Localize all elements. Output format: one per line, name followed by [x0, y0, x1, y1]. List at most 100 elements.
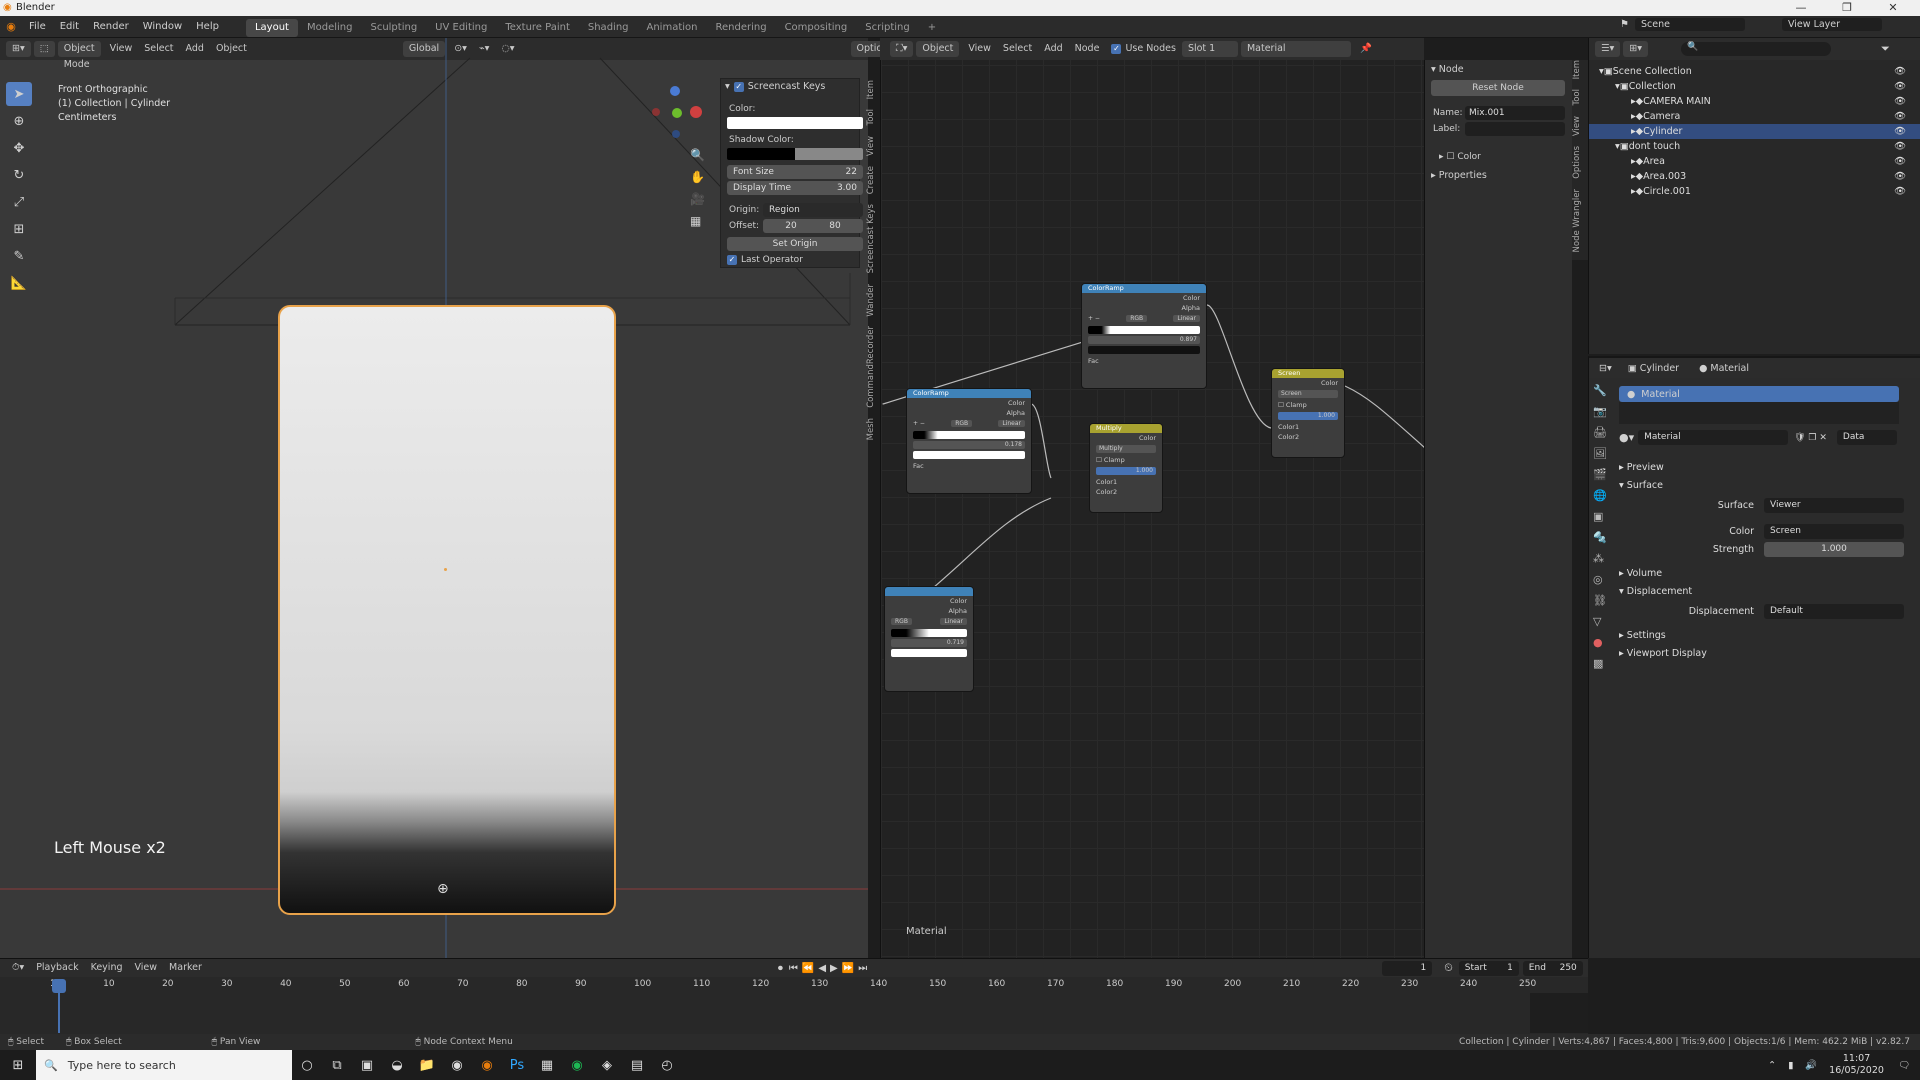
display-mode-icon[interactable]: ⊞▾ — [1623, 41, 1649, 57]
z-axis-icon[interactable] — [670, 86, 680, 96]
output-tab-icon[interactable]: 🖨 — [1593, 426, 1611, 447]
task-view-icon[interactable]: ⧉ — [322, 1050, 352, 1080]
display-time-field[interactable]: Display Time 3.00 — [727, 181, 863, 195]
play-icon[interactable]: ▶ — [830, 963, 838, 974]
displacement-field[interactable]: Default — [1764, 604, 1904, 619]
color-swatch[interactable] — [727, 117, 863, 129]
set-origin-button[interactable]: Set Origin — [727, 237, 863, 251]
screencast-header[interactable]: ▾ ✓ Screencast Keys — [725, 81, 825, 92]
chrome-icon[interactable]: ◉ — [442, 1050, 472, 1080]
npanel-tab-item[interactable]: Item — [866, 80, 876, 99]
surface-section[interactable]: ▾ Surface — [1619, 480, 1663, 491]
outliner-row[interactable]: ▾ ▣ dont touch 👁 — [1589, 139, 1920, 154]
workspace-tab-shading[interactable]: Shading — [579, 19, 638, 37]
node-title[interactable]: ColorRamp — [1082, 284, 1206, 293]
workspace-tab-texture-paint[interactable]: Texture Paint — [496, 19, 579, 37]
restore-button[interactable]: ❐ — [1824, 0, 1870, 16]
app-icon-5[interactable]: ◴ — [652, 1050, 682, 1080]
data-tab-icon[interactable]: ▽ — [1593, 615, 1611, 636]
preview-range-icon[interactable]: ⏲ — [1444, 961, 1453, 975]
workspace-tab-rendering[interactable]: Rendering — [706, 19, 775, 37]
material-slot-row[interactable]: ● Material — [1619, 386, 1899, 402]
screen-mix-node[interactable]: Screen Color Screen ☐ Clamp 1.000 Color1… — [1271, 368, 1345, 458]
color-subpanel[interactable]: ▸ ☐ Color — [1439, 152, 1481, 162]
strength-field[interactable]: 1.000 — [1764, 542, 1904, 557]
shadow-color-swatch[interactable] — [727, 148, 863, 160]
selected-cylinder-object[interactable] — [278, 305, 616, 915]
color2-input[interactable]: Color2 — [1090, 487, 1162, 497]
node-menu-select[interactable]: Select — [997, 41, 1038, 57]
zoom-icon[interactable]: 🔍 — [690, 148, 710, 170]
workspace-tab-modeling[interactable]: Modeling — [298, 19, 362, 37]
color-ramp-node-3[interactable]: Color Alpha RGB Linear 0.719 — [884, 586, 974, 692]
windows-start-icon[interactable]: ⊞ — [0, 1050, 36, 1080]
color-output[interactable]: Color — [885, 596, 973, 606]
ramp-position[interactable]: 0.178 — [913, 441, 1025, 449]
minimize-button[interactable]: — — [1778, 0, 1824, 16]
visibility-eye-icon[interactable]: 👁 — [1894, 124, 1906, 139]
ramp-interp[interactable]: Linear — [998, 420, 1025, 427]
node-editor-type-icon[interactable]: ⛶▾ — [890, 41, 914, 57]
workspace-tab-compositing[interactable]: Compositing — [776, 19, 857, 37]
outliner-row[interactable]: ▾ ▣ Scene Collection 👁 — [1589, 64, 1920, 79]
offset-x[interactable]: 20 — [785, 219, 796, 233]
node-menu-add[interactable]: Add — [1038, 41, 1068, 57]
record-icon[interactable]: ⏺ — [778, 963, 783, 974]
origin-dropdown[interactable]: Region — [763, 203, 863, 217]
taskbar-search[interactable]: 🔍 Type here to search — [36, 1050, 292, 1080]
node-menu-view[interactable]: View — [962, 41, 997, 57]
ramp-position[interactable]: 0.719 — [891, 639, 967, 647]
texture-tab-icon[interactable]: ▩ — [1593, 657, 1611, 678]
visibility-eye-icon[interactable]: 👁 — [1894, 109, 1906, 124]
prev-key-icon[interactable]: ⏪ — [802, 963, 814, 974]
outliner-row[interactable]: ▸ ◆ Area.003 👁 — [1589, 169, 1920, 184]
color-ramp-gradient[interactable] — [891, 629, 967, 637]
node-title[interactable]: Screen — [1272, 369, 1344, 378]
workspace-tab-uv-editing[interactable]: UV Editing — [426, 19, 496, 37]
workspace-tab-animation[interactable]: Animation — [638, 19, 707, 37]
render-tab-icon[interactable]: 📷 — [1593, 405, 1611, 426]
menu-edit[interactable]: Edit — [53, 16, 86, 38]
material-selector[interactable]: Material — [1240, 41, 1351, 57]
pin-icon[interactable]: 📌 — [1354, 41, 1378, 57]
workspace-tab-layout[interactable]: Layout — [245, 18, 298, 37]
font-size-field[interactable]: Font Size 22 — [727, 165, 863, 179]
view-layer-name[interactable]: View Layer — [1782, 18, 1882, 31]
neg-x-axis-icon[interactable] — [652, 108, 660, 116]
material-name-field[interactable]: Material — [1638, 430, 1789, 445]
outliner-row[interactable]: ▾ ▣ Collection 👁 — [1589, 79, 1920, 94]
ortho-grid-icon[interactable]: ▦ — [690, 214, 710, 236]
jump-end-icon[interactable]: ⏭ — [858, 963, 867, 974]
npanel-tab-create[interactable]: Create — [866, 166, 876, 194]
visibility-eye-icon[interactable]: 👁 — [1894, 64, 1906, 79]
npanel-tab-commandrecorder[interactable]: CommandRecorder — [866, 326, 876, 408]
constraints-tab-icon[interactable]: ⛓ — [1593, 594, 1611, 615]
color-ramp-node-2[interactable]: ColorRamp Color Alpha + − RGB Linear 0.1… — [906, 388, 1032, 494]
alpha-output[interactable]: Alpha — [1082, 303, 1206, 313]
material-browse-icon[interactable]: ●▾ — [1619, 431, 1634, 444]
properties-section[interactable]: ▸ Properties — [1431, 170, 1487, 181]
viewport-display-section[interactable]: ▸ Viewport Display — [1619, 648, 1707, 659]
ramp-mode[interactable]: RGB — [891, 618, 912, 625]
stop-color-swatch[interactable] — [913, 451, 1025, 459]
timeline-menu-marker[interactable]: Marker — [163, 960, 208, 976]
ramp-interp[interactable]: Linear — [1173, 315, 1200, 322]
pan-hand-icon[interactable]: ✋ — [690, 170, 710, 192]
close-button[interactable]: ✕ — [1870, 0, 1916, 16]
stop-color-swatch[interactable] — [1088, 346, 1200, 354]
node-name-field[interactable]: Mix.001 — [1465, 106, 1565, 120]
color1-input[interactable]: Color1 — [1272, 422, 1344, 432]
visibility-eye-icon[interactable]: 👁 — [1894, 169, 1906, 184]
color-ramp-gradient[interactable] — [1088, 326, 1200, 334]
app-icon-4[interactable]: ▤ — [622, 1050, 652, 1080]
node-sidebar-tab-options[interactable]: Options — [1572, 146, 1582, 179]
outliner-row[interactable]: ▸ ◆ Circle.001 👁 — [1589, 184, 1920, 199]
cortana-icon[interactable]: ○ — [292, 1050, 322, 1080]
tool-tab-icon[interactable]: 🔧 — [1593, 384, 1611, 405]
app-icon-3[interactable]: ◈ — [592, 1050, 622, 1080]
x-axis-icon[interactable] — [690, 106, 702, 118]
alpha-output[interactable]: Alpha — [907, 408, 1031, 418]
enable-checkbox[interactable]: ✓ — [733, 81, 744, 92]
outliner-row[interactable]: ▸ ◆ Camera 👁 — [1589, 109, 1920, 124]
node-editor[interactable]: ColorRamp Color Alpha + − RGB Linear 0.8… — [880, 38, 1425, 958]
